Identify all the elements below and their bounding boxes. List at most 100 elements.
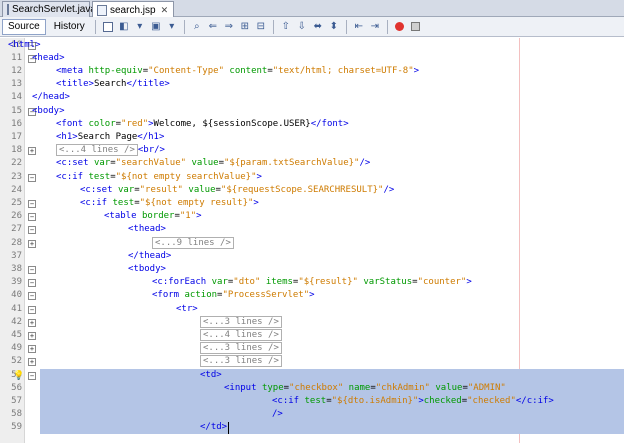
code-text-area[interactable]: <input type="checkbox" name="chkAdmin" v… [40, 381, 624, 395]
start-macro-icon[interactable] [393, 20, 407, 34]
code-line[interactable]: 58 /> [0, 408, 624, 422]
code-text-area[interactable]: <c:set var="searchValue" value="${param.… [40, 157, 624, 170]
code-text-area[interactable]: <meta http-equiv="Content-Type" content=… [40, 65, 624, 78]
code-line[interactable]: 57 <c:if test="${dto.isAdmin}">checked="c… [0, 394, 624, 409]
forward-icon[interactable]: ▾ [133, 20, 147, 34]
code-text-area[interactable]: <tbody> [40, 263, 624, 276]
code-text-area[interactable]: <title>Search</title> [40, 78, 624, 91]
collapse-fold-icon[interactable]: − [28, 371, 36, 380]
code-line[interactable]: 13 <title>Search</title> [0, 78, 624, 91]
code-text-area[interactable]: /> [40, 408, 624, 422]
code-text-area[interactable]: <font color="red">Welcome, ${sessionScop… [40, 118, 624, 131]
collapse-fold-icon[interactable]: − [28, 279, 36, 288]
collapse-fold-icon[interactable]: − [28, 292, 36, 301]
code-line[interactable]: 38− <tbody> [0, 263, 624, 276]
code-text-area[interactable]: <...9 lines /> [40, 236, 624, 250]
code-text-area[interactable]: </td> [40, 421, 624, 435]
code-line[interactable]: 12 <meta http-equiv="Content-Type" conten… [0, 65, 624, 78]
collapsed-fold-placeholder[interactable]: <...4 lines /> [200, 328, 282, 341]
code-line[interactable]: 28 + <...9 lines /> [0, 236, 624, 250]
code-editor[interactable]: 10− <html> 11− <head> 12 <meta http-equiv="Co… [0, 38, 624, 443]
expand-fold-icon[interactable]: + [28, 239, 36, 248]
code-line[interactable]: 18 + <...4 lines /> <br/> [0, 144, 624, 157]
code-line[interactable]: 15− <body> [0, 105, 624, 118]
history-button[interactable]: History [48, 19, 91, 35]
source-button[interactable]: Source [2, 18, 46, 35]
expand-fold-icon[interactable]: + [28, 345, 36, 354]
code-text-area[interactable]: <c:set var="result" value="${requestScop… [40, 184, 624, 197]
toggle-rect-selection-icon[interactable]: ⇒ [222, 20, 236, 34]
prev-bookmark-icon[interactable]: ⊞ [238, 20, 252, 34]
collapsed-fold-placeholder[interactable]: <...9 lines /> [152, 236, 234, 249]
code-line[interactable]: 52 + <...3 lines /> [0, 355, 624, 368]
code-line[interactable]: 27− <thead> [0, 223, 624, 236]
code-text-area[interactable]: <thead> [40, 223, 624, 236]
code-text-area[interactable]: <body> [32, 105, 624, 118]
tab-search-jsp[interactable]: search.jsp ✕ [92, 1, 174, 18]
code-text-area[interactable]: <tr> [40, 303, 624, 316]
code-line[interactable]: 26− <table border="1"> [0, 210, 624, 223]
last-edit-icon[interactable] [101, 20, 115, 34]
toggle-highlight-icon[interactable]: ⌕ [190, 20, 204, 34]
next-bookmark-icon[interactable]: ⊟ [254, 20, 268, 34]
stop-macro-icon[interactable] [409, 20, 423, 34]
code-line[interactable]: 25− <c:if test="${not empty result}"> [0, 197, 624, 210]
code-line[interactable]: 10− <html> [0, 39, 624, 52]
tab-searchservlet-java[interactable]: SearchServlet.java ✕ [2, 1, 108, 17]
collapse-fold-icon[interactable]: − [28, 213, 36, 222]
code-text-area[interactable]: </head> [32, 91, 624, 104]
code-line[interactable]: 37 </thead> [0, 250, 624, 263]
back-icon[interactable]: ◧ [117, 20, 131, 34]
code-text-area[interactable]: <td> [40, 368, 624, 382]
close-icon[interactable]: ✕ [161, 5, 169, 16]
collapsed-fold-placeholder[interactable]: <...3 lines /> [200, 315, 282, 328]
code-line[interactable]: 17 <h1>Search Page</h1> [0, 131, 624, 144]
code-text-area[interactable]: <head> [32, 52, 624, 65]
code-text-area[interactable]: <...4 lines /> [40, 328, 624, 342]
expand-fold-icon[interactable]: + [28, 331, 36, 340]
code-text-area[interactable]: <c:if test="${not empty searchValue}"> [40, 171, 624, 184]
uncomment-icon[interactable]: ⇤ [352, 20, 366, 34]
expand-fold-icon[interactable]: + [28, 358, 36, 367]
code-line[interactable]: 14 </head> [0, 91, 624, 104]
collapse-fold-icon[interactable]: − [28, 226, 36, 235]
shift-right-icon[interactable]: ⬌ [311, 20, 325, 34]
expand-fold-icon[interactable]: + [28, 318, 36, 327]
find-previous-icon[interactable]: ▾ [165, 20, 179, 34]
indent-icon[interactable]: ⇥ [368, 20, 382, 34]
code-line[interactable]: 24 <c:set var="result" value="${requestSc… [0, 184, 624, 197]
collapse-fold-icon[interactable]: − [28, 305, 36, 314]
code-line[interactable]: 59 </td> [0, 421, 624, 435]
collapse-fold-icon[interactable]: − [28, 265, 36, 274]
collapse-fold-icon[interactable]: − [28, 199, 36, 208]
code-line[interactable]: 42 + <...3 lines /> [0, 315, 624, 329]
code-line[interactable]: 16 <font color="red">Welcome, ${sessionSc… [0, 118, 624, 131]
code-text-area[interactable]: <c:if test="${dto.isAdmin}">checked="che… [40, 394, 624, 409]
code-line[interactable]: 11− <head> [0, 52, 624, 65]
code-line[interactable]: 45 + <...4 lines /> [0, 328, 624, 342]
code-line[interactable]: 39− <c:forEach var="dto" items="${result}… [0, 276, 624, 289]
code-line[interactable]: 56 <input type="checkbox" name="chkAdmin"… [0, 381, 624, 395]
code-line[interactable]: 22 <c:set var="searchValue" value="${para… [0, 157, 624, 170]
toggle-bookmark-icon[interactable]: ⇧ [279, 20, 293, 34]
code-text-area[interactable]: <...4 lines /> <br/> [40, 144, 624, 157]
code-text-area[interactable]: <table border="1"> [40, 210, 624, 223]
collapsed-fold-placeholder[interactable]: <...3 lines /> [200, 355, 282, 368]
code-text-area[interactable]: </thead> [40, 250, 624, 263]
code-text-area[interactable]: <c:if test="${not empty result}"> [40, 197, 624, 210]
comment-icon[interactable]: ⬍ [327, 20, 341, 34]
expand-fold-icon[interactable]: + [28, 147, 36, 156]
shift-left-icon[interactable]: ⇩ [295, 20, 309, 34]
code-line[interactable]: 23− <c:if test="${not empty searchValue}"… [0, 171, 624, 184]
collapse-fold-icon[interactable]: − [28, 173, 36, 182]
collapsed-fold-placeholder[interactable]: <...4 lines /> [56, 144, 138, 157]
code-text-area[interactable]: <html> [8, 39, 624, 52]
code-text-area[interactable]: <h1>Search Page</h1> [40, 131, 624, 144]
code-text-area[interactable]: <...3 lines /> [40, 315, 624, 329]
find-next-icon[interactable]: ⇐ [206, 20, 220, 34]
code-line[interactable]: 41− <tr> [0, 303, 624, 316]
code-line[interactable]: 40− <form action="ProcessServlet"> [0, 289, 624, 302]
code-text-area[interactable]: <c:forEach var="dto" items="${result}" v… [40, 276, 624, 289]
code-text-area[interactable]: <...3 lines /> [40, 342, 624, 355]
code-text-area[interactable]: <...3 lines /> [40, 355, 624, 368]
